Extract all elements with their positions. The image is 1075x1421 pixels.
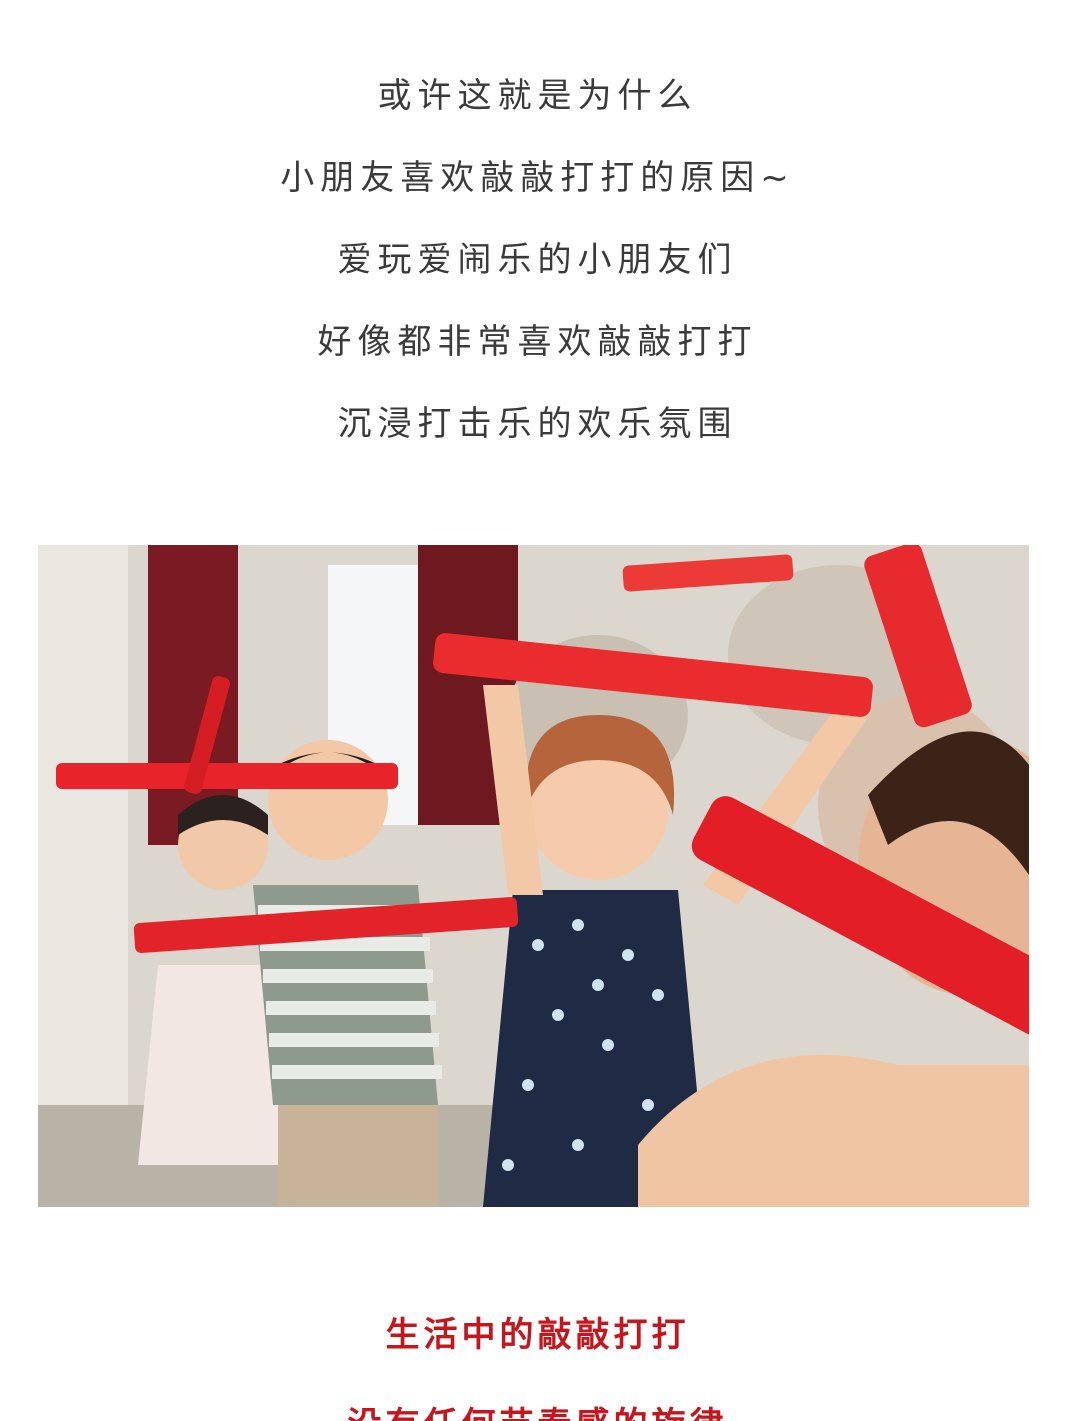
- highlight-line-1: 生活中的敲敲打打: [385, 1315, 690, 1355]
- photo-tube-1: [56, 763, 398, 789]
- intro-line-5: 沉浸打击乐的欢乐氛围: [337, 404, 738, 444]
- intro-line-4: 好像都非常喜欢敲敲打打: [317, 322, 758, 362]
- intro-text-block: 或许这就是为什么 小朋友喜欢敲敲打打的原因~ 爱玩爱闹乐的小朋友们 好像都非常喜…: [0, 62, 1075, 472]
- intro-line-2: 小朋友喜欢敲敲打打的原因~: [280, 158, 795, 198]
- highlight-line-2: 没有任何节奏感的旋律: [0, 1390, 1075, 1421]
- intro-line-1: 或许这就是为什么: [377, 76, 698, 116]
- article-page: 或许这就是为什么 小朋友喜欢敲敲打打的原因~ 爱玩爱闹乐的小朋友们 好像都非常喜…: [0, 0, 1075, 1421]
- article-photo: [38, 545, 1029, 1207]
- highlight-text-block: 生活中的敲敲打打 没有任何节奏感的旋律: [0, 1300, 1075, 1421]
- photo-boy-shorts: [278, 1105, 438, 1207]
- intro-line-3: 爱玩爱闹乐的小朋友们: [337, 240, 738, 280]
- photo-illustration: [38, 545, 1029, 1207]
- photo-boy-head: [268, 740, 388, 860]
